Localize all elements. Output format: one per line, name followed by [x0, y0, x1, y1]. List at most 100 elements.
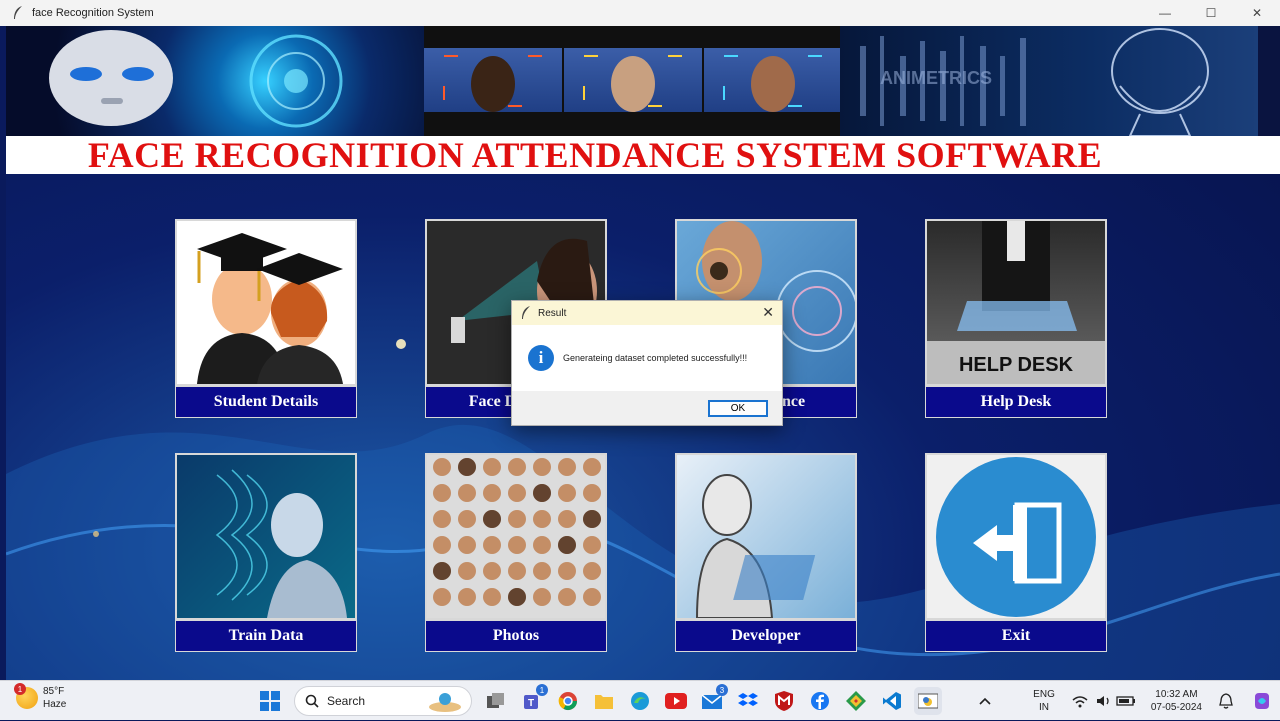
- banner-hud-text: ANIMETRICS: [880, 68, 992, 88]
- task-view-icon: [487, 693, 504, 708]
- dialog-title: Result: [538, 307, 567, 319]
- dropbox-icon: [738, 693, 758, 706]
- exit-button[interactable]: Exit: [925, 620, 1107, 652]
- photos-button[interactable]: Photos: [425, 620, 607, 652]
- search-highlight-icon: [429, 693, 461, 712]
- dialog-close-button[interactable]: ✕: [762, 304, 774, 321]
- dialog-header: Result ✕: [512, 301, 782, 325]
- chrome-button[interactable]: [554, 687, 582, 715]
- git-client-button[interactable]: [842, 687, 870, 715]
- feather-icon: [14, 6, 22, 19]
- window-controls: — ☐ ✕: [1142, 0, 1280, 26]
- copilot-button[interactable]: [1248, 687, 1276, 715]
- taskbar: 1 85°F Haze Search T 1 3 ENG IN 10:32 AM…: [0, 680, 1280, 720]
- photos-image: [425, 453, 607, 620]
- quick-settings-button[interactable]: [1069, 687, 1141, 715]
- weather-badge: 1: [14, 683, 26, 695]
- weather-sun-icon: 1: [14, 683, 38, 709]
- youtube-button[interactable]: [662, 687, 690, 715]
- robot-banner-image: [6, 26, 424, 136]
- search-label: Search: [327, 694, 366, 708]
- exit-door-icon: [936, 457, 1096, 617]
- facebook-button[interactable]: [806, 687, 834, 715]
- dialog-body: i Generateing dataset completed successf…: [512, 325, 782, 391]
- face-scan-tile: [564, 48, 702, 112]
- digital-head-banner-image: ANIMETRICS: [840, 26, 1258, 136]
- face-scan-banner-image: [424, 26, 840, 136]
- file-explorer-button[interactable]: [590, 687, 618, 715]
- search-icon: [305, 694, 319, 708]
- taskbar-apps: Search T 1 3: [252, 684, 946, 717]
- maximize-button[interactable]: ☐: [1188, 0, 1234, 26]
- developer-button[interactable]: Developer: [675, 620, 857, 652]
- face-grid-icon: [427, 455, 605, 618]
- clock-date: 07-05-2024: [1150, 702, 1202, 713]
- face-scan-tile: [424, 48, 562, 112]
- show-hidden-icons-button[interactable]: [971, 687, 999, 715]
- language-code: ENG: [1033, 689, 1055, 700]
- dropbox-button[interactable]: [734, 687, 762, 715]
- diamond-app-icon: [846, 691, 866, 711]
- ok-button[interactable]: OK: [708, 400, 768, 417]
- page-title: FACE RECOGNITION ATTENDANCE SYSTEM SOFTW…: [87, 135, 1103, 175]
- tile-developer[interactable]: Developer: [675, 453, 857, 653]
- python-app-button[interactable]: [914, 687, 942, 715]
- tile-exit[interactable]: Exit: [925, 453, 1107, 653]
- copilot-icon: [1255, 693, 1269, 709]
- teams-button[interactable]: T 1: [518, 684, 548, 715]
- weather-temperature: 85°F: [43, 686, 65, 697]
- help-desk-image: HELP DESK: [925, 219, 1107, 386]
- wifi-icon: [1072, 696, 1088, 708]
- volume-icon: [1096, 696, 1109, 706]
- tile-train-data[interactable]: Train Data: [175, 453, 357, 653]
- graduates-icon: [197, 233, 343, 384]
- tile-help-desk[interactable]: HELP DESK Help Desk: [925, 219, 1107, 419]
- language-indicator[interactable]: ENG IN: [1033, 688, 1055, 714]
- train-data-image: [175, 453, 357, 620]
- battery-icon: [1116, 696, 1135, 706]
- window-titlebar: face Recognition System — ☐ ✕: [0, 0, 1280, 26]
- edge-button[interactable]: [626, 687, 654, 715]
- title-strip: FACE RECOGNITION ATTENDANCE SYSTEM SOFTW…: [6, 135, 1280, 175]
- clock-time: 10:32 AM: [1155, 689, 1198, 700]
- edge-icon: [631, 692, 649, 710]
- dialog-footer: OK: [512, 391, 782, 425]
- youtube-icon: [665, 693, 687, 709]
- close-button[interactable]: ✕: [1234, 0, 1280, 26]
- developer-image: [675, 453, 857, 620]
- python-window-icon: [918, 693, 938, 709]
- ai-brain-icon: [215, 469, 347, 618]
- system-tray: ENG IN 10:32 AM 07-05-2024: [967, 681, 1280, 721]
- mail-button[interactable]: 3: [698, 684, 728, 715]
- tile-photos[interactable]: Photos: [425, 453, 607, 653]
- feather-icon: [522, 306, 530, 319]
- dialog-message: Generateing dataset completed successful…: [563, 353, 748, 363]
- taskbar-search[interactable]: Search: [294, 686, 472, 716]
- windows-icon: [260, 691, 280, 711]
- region-code: IN: [1039, 702, 1049, 713]
- minimize-button[interactable]: —: [1142, 0, 1188, 26]
- clock[interactable]: 10:32 AM 07-05-2024: [1151, 688, 1202, 714]
- weather-description: Haze: [43, 699, 67, 710]
- start-button[interactable]: [256, 687, 284, 715]
- weather-widget[interactable]: 1 85°F Haze: [14, 683, 67, 711]
- teams-badge: 1: [536, 684, 548, 696]
- result-dialog: Result ✕ i Generateing dataset completed…: [511, 300, 783, 426]
- student-details-button[interactable]: Student Details: [175, 386, 357, 418]
- mcafee-button[interactable]: [770, 687, 798, 715]
- train-data-button[interactable]: Train Data: [175, 620, 357, 652]
- notifications-button[interactable]: [1212, 687, 1240, 715]
- task-view-button[interactable]: [482, 687, 510, 715]
- banner: ANIMETRICS: [6, 26, 1280, 136]
- chevron-up-icon: [979, 697, 991, 705]
- mcafee-icon: [775, 691, 793, 711]
- vscode-button[interactable]: [878, 687, 906, 715]
- facebook-icon: [811, 692, 829, 710]
- tile-student-details[interactable]: Student Details: [175, 219, 357, 419]
- vscode-icon: [883, 692, 901, 710]
- window-title: face Recognition System: [32, 7, 154, 19]
- help-desk-button[interactable]: Help Desk: [925, 386, 1107, 418]
- mail-badge: 3: [716, 684, 728, 696]
- robot-face-icon: [49, 30, 343, 128]
- student-details-image: [175, 219, 357, 386]
